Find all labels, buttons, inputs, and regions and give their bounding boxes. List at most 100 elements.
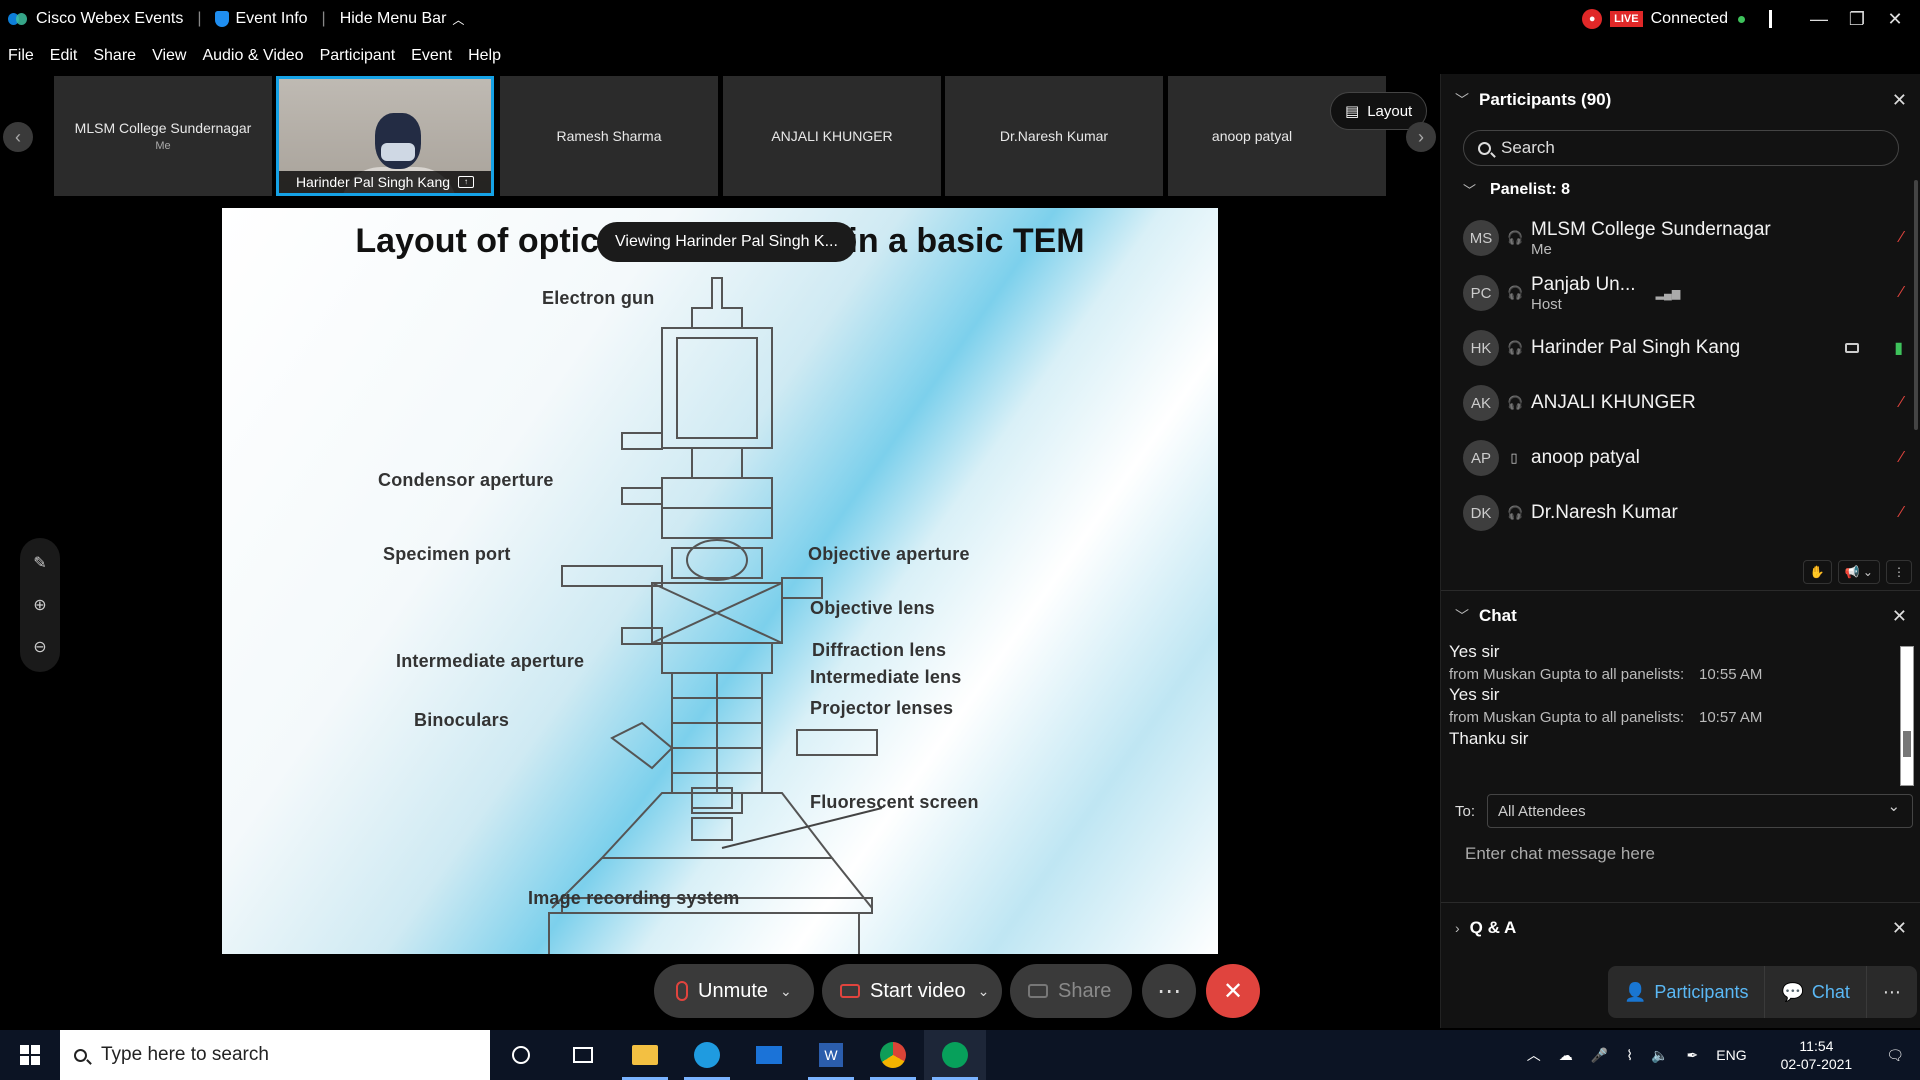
minimize-button[interactable]: — <box>1800 9 1838 30</box>
chat-button[interactable]: 💬 Chat <box>1765 966 1867 1018</box>
connection-status: ● LIVE Connected — ❐ ✕ <box>1582 0 1920 38</box>
annotate-icon[interactable]: ✎ <box>33 553 46 573</box>
volume-icon[interactable]: 🔈 <box>1651 1047 1668 1064</box>
start-video-button[interactable]: Start video ⌄ <box>822 964 1002 1018</box>
mic-on-icon[interactable]: ▮ <box>1894 338 1903 358</box>
qa-header[interactable]: › Q & A ✕ <box>1441 908 1920 948</box>
video-tile[interactable]: ANJALI KHUNGER <box>723 76 941 196</box>
video-tile[interactable]: Dr.Naresh Kumar <box>945 76 1163 196</box>
participant-row[interactable]: MS 🎧 MLSM College Sundernagar Me ⁄ <box>1463 212 1903 264</box>
menu-edit[interactable]: Edit <box>50 47 78 65</box>
cortana-icon[interactable] <box>490 1030 552 1080</box>
zoom-in-icon[interactable]: ⊕ <box>33 595 46 615</box>
close-qa-icon[interactable]: ✕ <box>1892 918 1907 939</box>
mic-muted-icon[interactable]: ⁄ <box>1900 449 1903 467</box>
chevron-down-icon[interactable]: ⌄ <box>780 983 792 1000</box>
avatar: DK <box>1463 495 1499 531</box>
more-panels-button[interactable]: ⋯ <box>1867 966 1917 1018</box>
close-chat-icon[interactable]: ✕ <box>1892 606 1907 627</box>
participant-row[interactable]: PC 🎧 Panjab Un... Host ▂▄▆ ⁄ <box>1463 267 1903 319</box>
participant-name: Panjab Un... <box>1531 273 1636 295</box>
strip-next-button[interactable]: › <box>1406 122 1436 152</box>
onedrive-icon[interactable]: ☁ <box>1559 1047 1573 1064</box>
restore-button[interactable]: ❐ <box>1838 9 1876 30</box>
webex-icon[interactable] <box>924 1030 986 1080</box>
active-video-tile[interactable]: Harinder Pal Singh Kang ↑ <box>276 76 494 196</box>
edge-icon[interactable] <box>676 1030 738 1080</box>
video-tile[interactable]: MLSM College Sundernagar Me <box>54 76 272 196</box>
participant-row[interactable]: AP ▯ anoop patyal ⁄ <box>1463 432 1903 484</box>
menu-file[interactable]: File <box>8 47 34 65</box>
chat-scrollbar[interactable] <box>1900 646 1914 786</box>
leave-button[interactable]: ✕ <box>1206 964 1260 1018</box>
taskbar-search[interactable]: Type here to search <box>60 1030 490 1080</box>
video-tile[interactable]: Ramesh Sharma <box>500 76 718 196</box>
participant-row[interactable]: HK 🎧 Harinder Pal Singh Kang ▮ <box>1463 322 1903 374</box>
chat-scroll-thumb[interactable] <box>1903 731 1911 757</box>
pause-bar-icon <box>1769 10 1772 28</box>
participant-search-input[interactable]: Search <box>1463 130 1899 166</box>
avatar: MS <box>1463 220 1499 256</box>
chat-header[interactable]: ﹀ Chat ✕ <box>1441 596 1920 636</box>
menu-participant[interactable]: Participant <box>320 47 396 65</box>
announce-icon[interactable]: 📢 ⌄ <box>1837 560 1880 584</box>
label-objective-lens: Objective lens <box>810 598 935 618</box>
video-off-icon <box>840 984 860 998</box>
signal-bars-icon: ▂▄▆ <box>1655 287 1681 300</box>
recipient-select[interactable]: All Attendees <box>1487 794 1914 828</box>
word-icon[interactable]: W <box>800 1030 862 1080</box>
connection-dot-icon <box>1738 15 1745 23</box>
tray-chevron-up-icon[interactable]: ︿ <box>1527 1045 1541 1065</box>
chat-recipient: To: All Attendees <box>1455 794 1914 828</box>
menu-help[interactable]: Help <box>468 47 501 65</box>
label-projector-lenses: Projector lenses <box>810 698 954 718</box>
participant-row[interactable]: AK 🎧 ANJALI KHUNGER ⁄ <box>1463 377 1903 429</box>
mic-muted-icon[interactable]: ⁄ <box>1900 284 1903 302</box>
language-indicator[interactable]: ENG <box>1716 1047 1746 1063</box>
mic-tray-icon[interactable]: 🎤 <box>1591 1047 1608 1064</box>
pen-icon[interactable]: ✒ <box>1687 1047 1699 1064</box>
notifications-icon[interactable]: 🗨 <box>1886 1047 1904 1064</box>
strip-prev-button[interactable]: ‹ <box>3 122 33 152</box>
chat-meta: from Muskan Gupta to all panelists: 10:5… <box>1449 666 1762 683</box>
layout-icon: ▤ <box>1345 103 1360 120</box>
recording-icon[interactable]: ● <box>1582 9 1603 29</box>
chat-input[interactable]: Enter chat message here <box>1465 844 1655 864</box>
wifi-icon[interactable]: ⌇ <box>1626 1047 1633 1064</box>
participants-button[interactable]: 👤 Participants <box>1608 966 1766 1018</box>
file-explorer-icon[interactable] <box>614 1030 676 1080</box>
participants-header[interactable]: ﹀ Participants (90) ✕ <box>1441 80 1920 120</box>
menu-event[interactable]: Event <box>411 47 452 65</box>
unmute-button[interactable]: Unmute ⌄ <box>654 964 814 1018</box>
mic-muted-icon <box>676 981 688 1001</box>
participant-row[interactable]: DK 🎧 Dr.Naresh Kumar ⁄ <box>1463 487 1903 539</box>
raise-hand-icon[interactable]: ✋ <box>1802 560 1832 584</box>
chevron-down-icon[interactable]: ⌄ <box>978 983 990 1000</box>
close-participants-icon[interactable]: ✕ <box>1892 90 1907 111</box>
participants-scrollbar[interactable] <box>1914 180 1918 430</box>
tile-sub: Me <box>155 140 171 152</box>
headset-icon: 🎧 <box>1507 285 1524 300</box>
chrome-icon[interactable] <box>862 1030 924 1080</box>
menu-share[interactable]: Share <box>93 47 136 65</box>
mail-icon[interactable] <box>738 1030 800 1080</box>
start-button[interactable] <box>0 1030 60 1080</box>
mic-muted-icon[interactable]: ⁄ <box>1900 229 1903 247</box>
share-button[interactable]: Share <box>1010 964 1132 1018</box>
task-view-icon[interactable] <box>552 1030 614 1080</box>
zoom-out-icon[interactable]: ⊖ <box>33 637 46 657</box>
menu-audio-video[interactable]: Audio & Video <box>202 47 303 65</box>
hide-menu-bar-button[interactable]: Hide Menu Bar ︿ <box>340 10 465 28</box>
title-bar: Cisco Webex Events | Event Info | Hide M… <box>0 0 1920 38</box>
mic-muted-icon[interactable]: ⁄ <box>1900 504 1903 522</box>
shared-slide: Layout of optical components in a basic … <box>222 208 1218 954</box>
menu-view[interactable]: View <box>152 47 186 65</box>
more-options-icon[interactable]: ⋮ <box>1886 560 1912 584</box>
participant-name-block: ANJALI KHUNGER <box>1531 392 1696 414</box>
more-button[interactable]: ⋯ <box>1142 964 1196 1018</box>
clock[interactable]: 11:54 02-07-2021 <box>1772 1037 1862 1073</box>
panelist-group-header[interactable]: ﹀ Panelist: 8 <box>1463 180 1570 199</box>
event-info-button[interactable]: Event Info <box>215 10 308 28</box>
mic-muted-icon[interactable]: ⁄ <box>1900 394 1903 412</box>
close-window-button[interactable]: ✕ <box>1876 9 1914 30</box>
